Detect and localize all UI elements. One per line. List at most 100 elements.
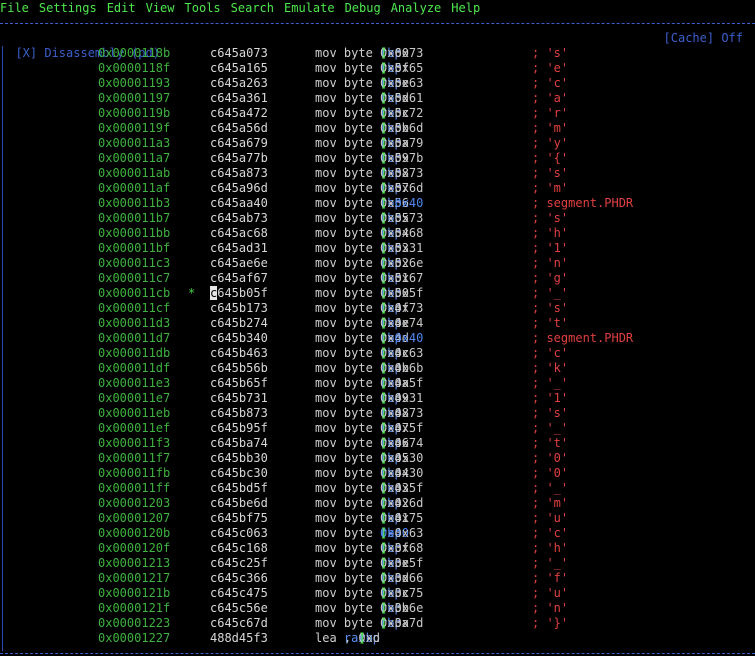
disasm-row[interactable]: 0x0000120b c645c063 mov byte [rbp - 0x40],…	[0, 526, 755, 541]
row-address[interactable]: 0x000011e7	[98, 391, 170, 406]
cache-status[interactable]: [Cache] Off	[664, 31, 743, 46]
row-address[interactable]: 0x000011cf	[98, 301, 170, 316]
row-address[interactable]: 0x00001213	[98, 556, 170, 571]
disasm-row[interactable]: 0x000011d3 c645b274 mov byte [rbp - 0x4e],…	[0, 316, 755, 331]
disasm-row[interactable]: 0x0000121b c645c475 mov byte [rbp - 0x3c],…	[0, 586, 755, 601]
disasm-row[interactable]: 0x0000119b c645a472 mov byte [rbp - 0x5c],…	[0, 106, 755, 121]
disasm-row[interactable]: 0x000011ab c645a873 mov byte [rbp - 0x58],…	[0, 166, 755, 181]
row-address[interactable]: 0x00001203	[98, 496, 170, 511]
disassembly-listing[interactable]: 0x0000118b c645a073 mov byte [rbp - 0x60],…	[0, 46, 755, 646]
row-address[interactable]: 0x00001227	[98, 631, 170, 646]
row-address[interactable]: 0x0000120b	[98, 526, 170, 541]
row-address[interactable]: 0x0000119b	[98, 106, 170, 121]
row-address[interactable]: 0x00001223	[98, 616, 170, 631]
menu-file[interactable]: File	[0, 1, 29, 15]
menu-debug[interactable]: Debug	[345, 1, 381, 15]
row-address[interactable]: 0x000011af	[98, 181, 170, 196]
disasm-row[interactable]: 0x0000118f c645a165 mov byte [rbp - 0x5f],…	[0, 61, 755, 76]
menu-settings[interactable]: Settings	[39, 1, 97, 15]
disasm-row[interactable]: 0x000011e7 c645b731 mov byte [rbp - 0x49],…	[0, 391, 755, 406]
menu-tools[interactable]: Tools	[185, 1, 221, 15]
disasm-row[interactable]: 0x0000119f c645a56d mov byte [rbp - 0x5b],…	[0, 121, 755, 136]
row-address[interactable]: 0x00001197	[98, 91, 170, 106]
row-address[interactable]: 0x000011fb	[98, 466, 170, 481]
disasm-row[interactable]: 0x0000118b c645a073 mov byte [rbp - 0x60],…	[0, 46, 755, 61]
disasm-row[interactable]: 0x000011f3 c645ba74 mov byte [rbp - 0x46],…	[0, 436, 755, 451]
bracket: ]	[380, 496, 388, 510]
row-address[interactable]: 0x000011df	[98, 361, 170, 376]
menu-edit[interactable]: Edit	[107, 1, 136, 15]
row-address[interactable]: 0x000011c7	[98, 271, 170, 286]
row-address[interactable]: 0x00001217	[98, 571, 170, 586]
disasm-row[interactable]: 0x0000121f c645c56e mov byte [rbp - 0x3b],…	[0, 601, 755, 616]
row-address[interactable]: 0x000011eb	[98, 406, 170, 421]
row-address[interactable]: 0x000011cb	[98, 286, 170, 301]
text-cursor[interactable]: c	[210, 286, 218, 300]
disasm-row[interactable]: 0x000011c3 c645ae6e mov byte [rbp - 0x52],…	[0, 256, 755, 271]
menu-help[interactable]: Help	[451, 1, 480, 15]
row-address[interactable]: 0x00001193	[98, 76, 170, 91]
disasm-row[interactable]: 0x00001213 c645c25f mov byte [rbp - 0x3e],…	[0, 556, 755, 571]
row-address[interactable]: 0x0000119f	[98, 121, 170, 136]
disasm-row[interactable]: 0x00001203 c645be6d mov byte [rbp - 0x42],…	[0, 496, 755, 511]
disasm-row[interactable]: 0x0000120f c645c168 mov byte [rbp - 0x3f],…	[0, 541, 755, 556]
row-address[interactable]: 0x000011ef	[98, 421, 170, 436]
row-address[interactable]: 0x00001207	[98, 511, 170, 526]
disasm-row[interactable]: 0x000011cf c645b173 mov byte [rbp - 0x4f],…	[0, 301, 755, 316]
disasm-row[interactable]: 0x000011b7 c645ab73 mov byte [rbp - 0x55],…	[0, 211, 755, 226]
disasm-row[interactable]: 0x000011fb c645bc30 mov byte [rbp - 0x44],…	[0, 466, 755, 481]
row-bytes: c645b731	[210, 391, 268, 405]
row-address[interactable]: 0x0000118b	[98, 46, 170, 61]
disasm-row[interactable]: 0x00001217 c645c366 mov byte [rbp - 0x3d],…	[0, 571, 755, 586]
disasm-row[interactable]: 0x000011a7 c645a77b mov byte [rbp - 0x59],…	[0, 151, 755, 166]
row-address[interactable]: 0x0000118f	[98, 61, 170, 76]
disasm-row[interactable]: 0x000011bb c645ac68 mov byte [rbp - 0x54],…	[0, 226, 755, 241]
row-address[interactable]: 0x000011c3	[98, 256, 170, 271]
row-address[interactable]: 0x000011a7	[98, 151, 170, 166]
menu-search[interactable]: Search	[231, 1, 274, 15]
disasm-row[interactable]: 0x000011cb * c645b05f mov byte [rbp - 0x50]…	[0, 286, 755, 301]
disasm-row[interactable]: 0x00001197 c645a361 mov byte [rbp - 0x5d],…	[0, 91, 755, 106]
menu-view[interactable]: View	[146, 1, 175, 15]
disasm-row[interactable]: 0x00001223 c645c67d mov byte [rbp - 0x3a],…	[0, 616, 755, 631]
disasm-row[interactable]: 0x00001227 488d45f3 lea rax, [rbp - 0xd]	[0, 631, 755, 646]
row-bytes: c645a073	[210, 46, 268, 60]
menu-emulate[interactable]: Emulate	[284, 1, 335, 15]
row-address[interactable]: 0x000011db	[98, 346, 170, 361]
disasm-row[interactable]: 0x000011e3 c645b65f mov byte [rbp - 0x4a],…	[0, 376, 755, 391]
row-address[interactable]: 0x000011f7	[98, 451, 170, 466]
row-bytes: c645a77b	[210, 151, 268, 165]
disasm-row[interactable]: 0x000011bf c645ad31 mov byte [rbp - 0x53],…	[0, 241, 755, 256]
row-bytes: 488d45f3	[210, 631, 268, 645]
row-address[interactable]: 0x000011bf	[98, 241, 170, 256]
row-address[interactable]: 0x000011ff	[98, 481, 170, 496]
row-address[interactable]: 0x000011d3	[98, 316, 170, 331]
row-address[interactable]: 0x000011b7	[98, 211, 170, 226]
row-address[interactable]: 0x000011e3	[98, 376, 170, 391]
disasm-row[interactable]: 0x000011b3 c645aa40 mov byte [rbp - 0x56],…	[0, 196, 755, 211]
row-address[interactable]: 0x000011bb	[98, 226, 170, 241]
row-address[interactable]: 0x0000121f	[98, 601, 170, 616]
disasm-row[interactable]: 0x000011af c645a96d mov byte [rbp - 0x57],…	[0, 181, 755, 196]
disasm-row[interactable]: 0x000011d7 c645b340 mov byte [rbp - 0x4d],…	[0, 331, 755, 346]
disasm-row[interactable]: 0x000011f7 c645bb30 mov byte [rbp - 0x45],…	[0, 451, 755, 466]
disasm-row[interactable]: 0x00001193 c645a263 mov byte [rbp - 0x5e],…	[0, 76, 755, 91]
menu-analyze[interactable]: Analyze	[391, 1, 442, 15]
disasm-row[interactable]: 0x00001207 c645bf75 mov byte [rbp - 0x41],…	[0, 511, 755, 526]
row-address[interactable]: 0x0000120f	[98, 541, 170, 556]
row-address[interactable]: 0x000011d7	[98, 331, 170, 346]
disasm-row[interactable]: 0x000011c7 c645af67 mov byte [rbp - 0x51],…	[0, 271, 755, 286]
disasm-row[interactable]: 0x000011a3 c645a679 mov byte [rbp - 0x5a],…	[0, 136, 755, 151]
row-bytes: c645c063	[210, 526, 268, 540]
disasm-row[interactable]: 0x000011eb c645b873 mov byte [rbp - 0x48],…	[0, 406, 755, 421]
row-instruction: mov byte [rbp - 0x41], 0x75	[315, 511, 424, 525]
row-address[interactable]: 0x0000121b	[98, 586, 170, 601]
disasm-row[interactable]: 0x000011db c645b463 mov byte [rbp - 0x4c],…	[0, 346, 755, 361]
row-address[interactable]: 0x000011ab	[98, 166, 170, 181]
disasm-row[interactable]: 0x000011ef c645b95f mov byte [rbp - 0x47],…	[0, 421, 755, 436]
row-address[interactable]: 0x000011b3	[98, 196, 170, 211]
disasm-row[interactable]: 0x000011ff c645bd5f mov byte [rbp - 0x43],…	[0, 481, 755, 496]
row-address[interactable]: 0x000011a3	[98, 136, 170, 151]
disasm-row[interactable]: 0x000011df c645b56b mov byte [rbp - 0x4b],…	[0, 361, 755, 376]
row-address[interactable]: 0x000011f3	[98, 436, 170, 451]
